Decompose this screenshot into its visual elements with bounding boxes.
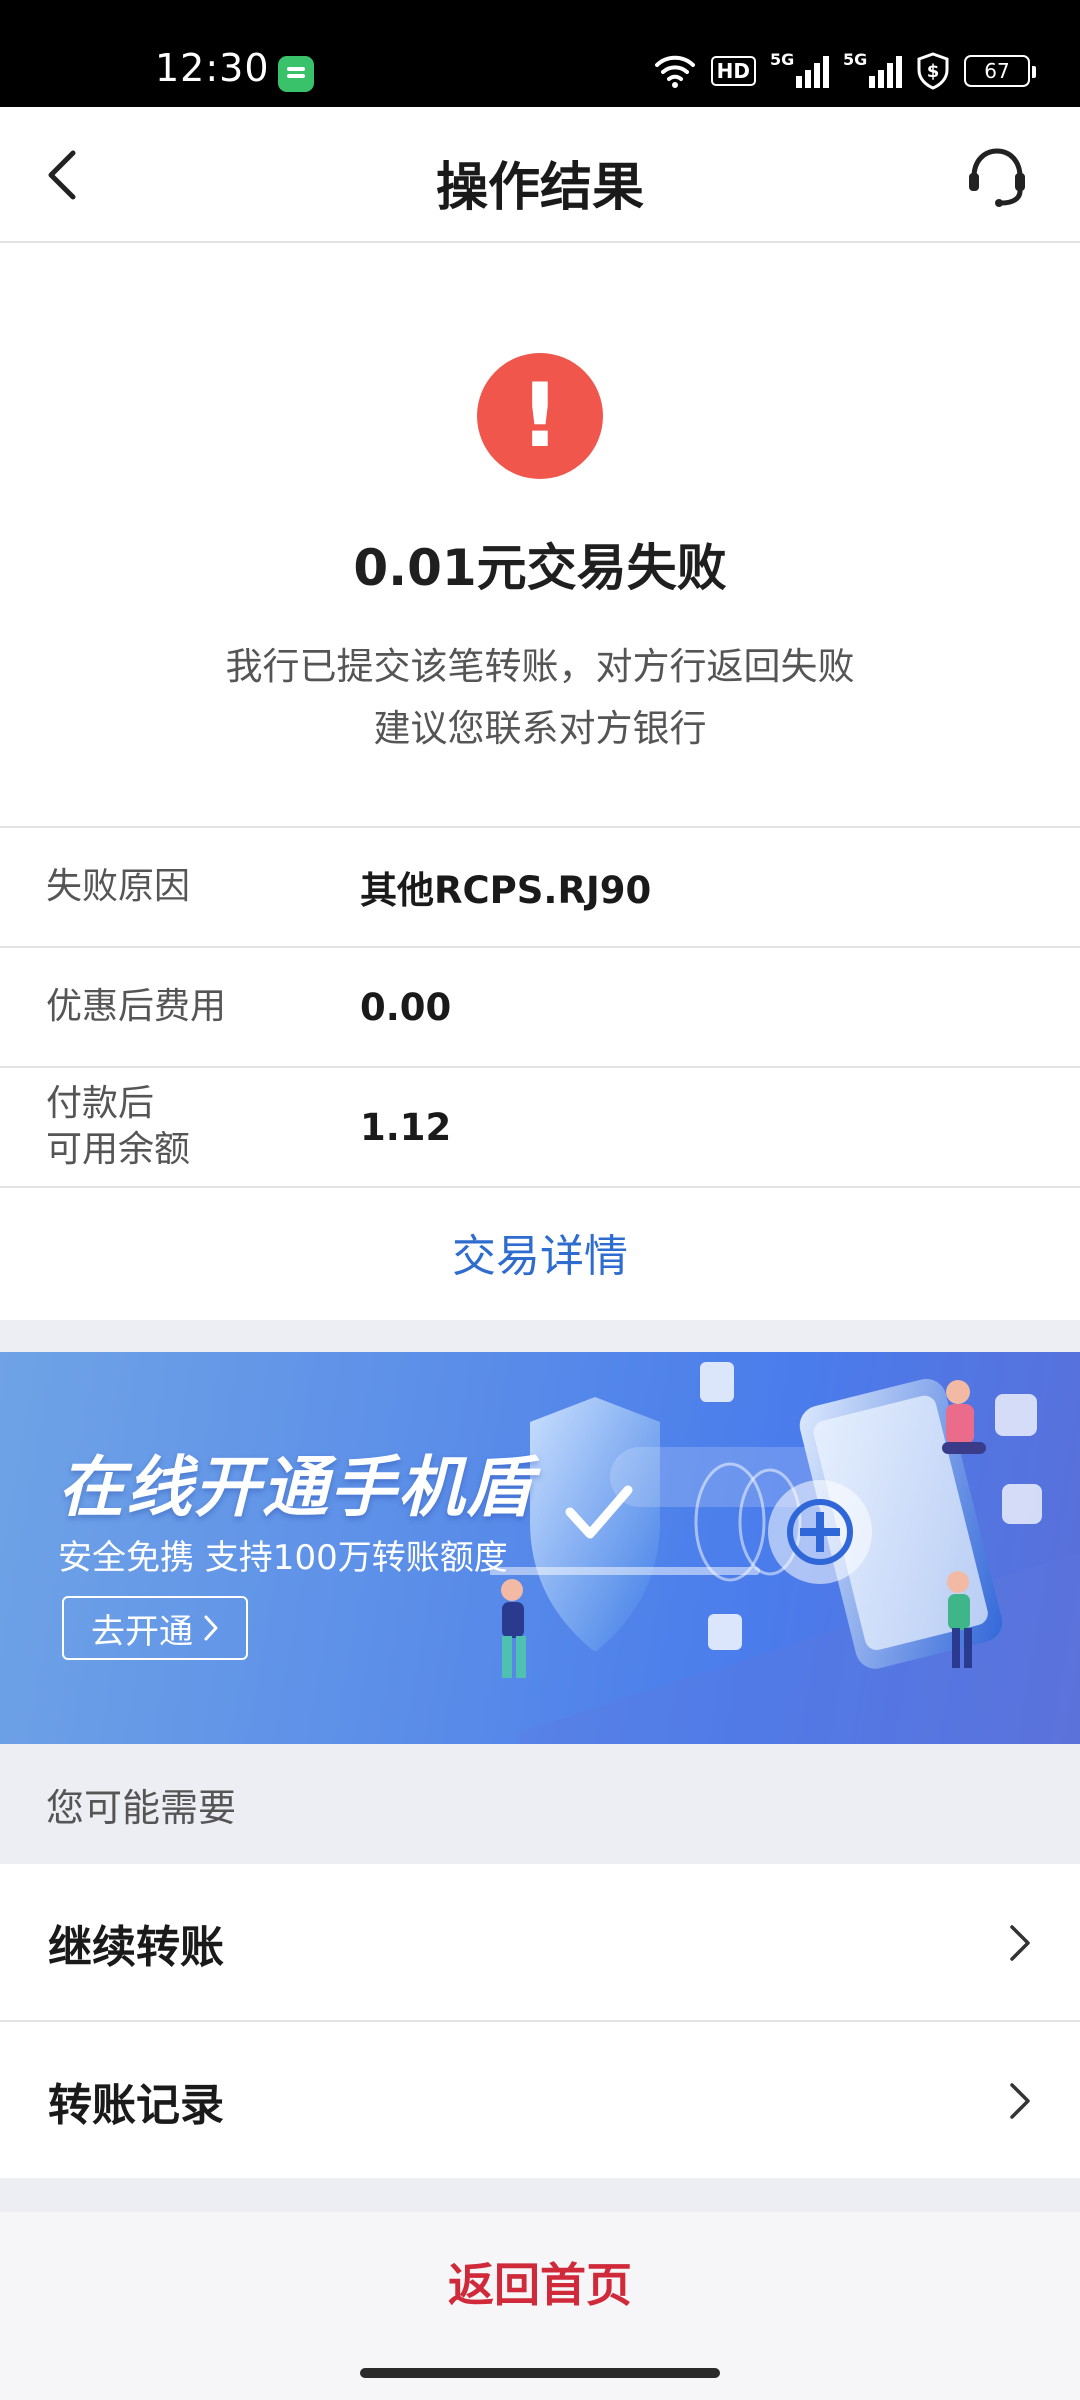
info-label-line2: 可用余额 bbox=[46, 1129, 191, 1170]
result-title: 0.01元交易失败 bbox=[353, 539, 727, 597]
page-title: 操作结果 bbox=[435, 158, 644, 218]
customer-service-headset-icon[interactable] bbox=[964, 143, 1030, 209]
banner-title: 在线开通手机盾 bbox=[58, 1449, 534, 1526]
info-label: 失败原因 bbox=[46, 866, 191, 907]
info-value: 0.00 bbox=[360, 985, 452, 1029]
result-desc-line2: 建议您联系对方银行 bbox=[373, 707, 707, 750]
nav-bar: 操作结果 bbox=[0, 107, 1080, 243]
promo-banner[interactable]: 在线开通手机盾 安全免携 支持100万转账额度 去开通 bbox=[0, 1352, 1080, 1744]
battery-indicator: 67 bbox=[964, 55, 1036, 87]
suggestions-heading: 您可能需要 bbox=[46, 1785, 237, 1830]
app-notification-icon bbox=[278, 56, 314, 92]
info-label: 优惠后费用 bbox=[46, 986, 227, 1027]
info-value: 1.12 bbox=[360, 1105, 452, 1149]
menu-item-continue-transfer[interactable]: 继续转账 bbox=[0, 1864, 1080, 2022]
svg-text:$: $ bbox=[927, 61, 940, 82]
chevron-right-icon bbox=[1010, 1925, 1030, 1961]
hd-badge: HD bbox=[710, 56, 756, 86]
result-description: 我行已提交该笔转账，对方行返回失败 建议您联系对方银行 bbox=[0, 636, 1080, 760]
chevron-right-icon bbox=[1010, 2083, 1030, 2119]
info-label-line1: 付款后 bbox=[46, 1083, 155, 1124]
result-section: ! 0.01元交易失败 我行已提交该笔转账，对方行返回失败 建议您联系对方银行 bbox=[0, 243, 1080, 826]
status-icons: HD 5G 5G $ 67 bbox=[653, 48, 1036, 94]
info-row-fail-reason: 失败原因 其他RCPS.RJ90 bbox=[0, 826, 1080, 946]
banner-button-label: 去开通 bbox=[91, 1611, 193, 1652]
banner-subtitle: 安全免携 支持100万转账额度 bbox=[58, 1538, 508, 1578]
info-row-balance: 付款后 可用余额 1.12 bbox=[0, 1066, 1080, 1186]
home-indicator-bar[interactable] bbox=[360, 2368, 720, 2378]
section-divider bbox=[0, 1320, 1080, 1352]
menu-item-transfer-records[interactable]: 转账记录 bbox=[0, 2022, 1080, 2178]
return-home-button[interactable]: 返回首页 bbox=[0, 2212, 1080, 2352]
banner-open-button[interactable]: 去开通 bbox=[62, 1596, 248, 1660]
wifi-icon bbox=[654, 55, 695, 88]
suggestions-list: 继续转账 转账记录 bbox=[0, 1864, 1080, 2178]
menu-item-label: 继续转账 bbox=[48, 1922, 224, 1973]
security-shield-illustration bbox=[490, 1362, 1080, 1744]
info-value: 其他RCPS.RJ90 bbox=[360, 869, 652, 912]
info-label: 付款后 可用余额 bbox=[46, 1068, 306, 1186]
transaction-info: 失败原因 其他RCPS.RJ90 优惠后费用 0.00 付款后 可用余额 1.1… bbox=[0, 826, 1080, 1316]
signal-icon-1: 5G bbox=[770, 50, 829, 88]
shield-dollar-icon: $ bbox=[917, 52, 949, 90]
signal-icon-2: 5G bbox=[843, 50, 902, 88]
menu-item-label: 转账记录 bbox=[48, 2080, 224, 2131]
info-row-fee: 优惠后费用 0.00 bbox=[0, 946, 1080, 1066]
section-divider bbox=[0, 2178, 1080, 2212]
error-exclamation-icon: ! bbox=[477, 353, 603, 479]
suggestions-header: 您可能需要 bbox=[0, 1744, 1080, 1864]
status-time: 12:30 bbox=[155, 46, 270, 90]
transaction-detail-link[interactable]: 交易详情 bbox=[0, 1186, 1080, 1316]
status-bar: 12:30 HD 5G 5G $ 67 bbox=[0, 0, 1080, 107]
result-desc-line1: 我行已提交该笔转账，对方行返回失败 bbox=[225, 645, 855, 688]
chevron-right-icon bbox=[204, 1615, 218, 1641]
